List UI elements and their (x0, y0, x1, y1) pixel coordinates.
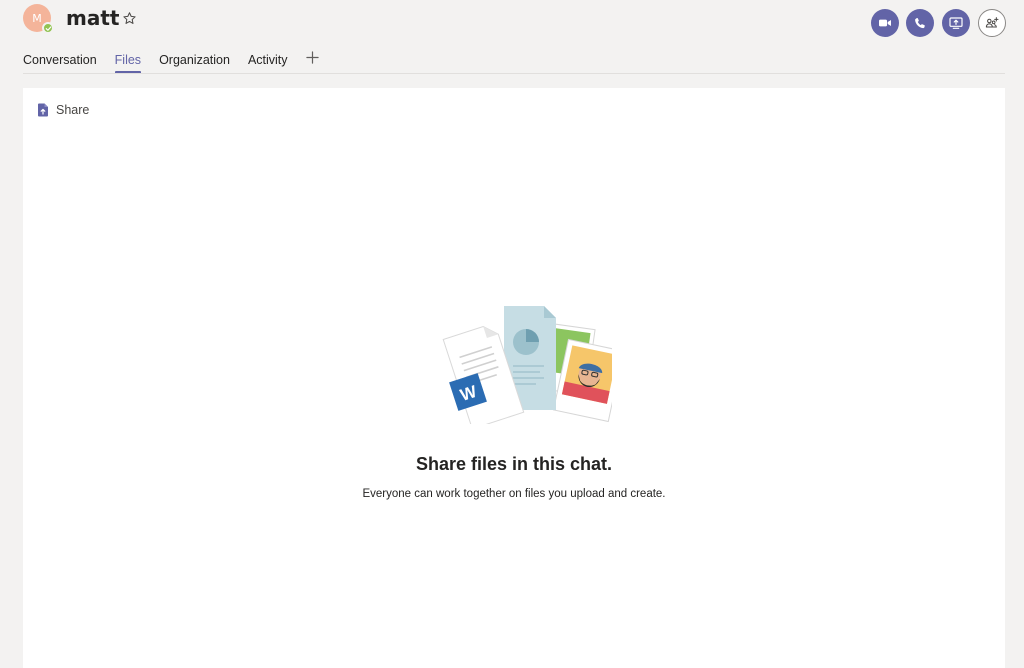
contact-name: matt (66, 6, 120, 30)
empty-state-subtitle: Everyone can work together on files you … (362, 488, 666, 500)
tab-conversation[interactable]: Conversation (23, 48, 97, 74)
avatar-initial: M (32, 11, 42, 25)
share-screen-button[interactable] (942, 9, 970, 37)
chat-tabs: Conversation Files Organization Activity (23, 48, 320, 74)
tab-organization[interactable]: Organization (159, 48, 230, 74)
add-tab-button[interactable] (306, 47, 320, 67)
avatar[interactable]: M (23, 4, 54, 34)
tab-activity[interactable]: Activity (248, 48, 288, 74)
presence-available-icon (42, 22, 54, 34)
share-file-icon (38, 103, 48, 117)
tabs-divider (23, 73, 1005, 74)
chat-header: M matt (0, 0, 1024, 42)
add-people-icon (985, 17, 999, 28)
plus-icon (306, 50, 319, 64)
tab-files[interactable]: Files (114, 48, 142, 74)
video-call-button[interactable] (871, 9, 899, 37)
add-people-button[interactable] (978, 9, 1006, 37)
screen-share-icon (949, 17, 963, 29)
files-panel: Share W Share files in this chat. Everyo… (23, 88, 1005, 668)
video-camera-icon (879, 19, 891, 27)
share-files-illustration: W (416, 304, 624, 430)
empty-state-title: Share files in this chat. (415, 454, 613, 474)
share-button[interactable]: Share (37, 102, 89, 118)
audio-call-button[interactable] (906, 9, 934, 37)
share-label: Share (56, 103, 90, 117)
favorite-star-icon[interactable] (120, 9, 138, 27)
phone-icon (915, 17, 925, 29)
